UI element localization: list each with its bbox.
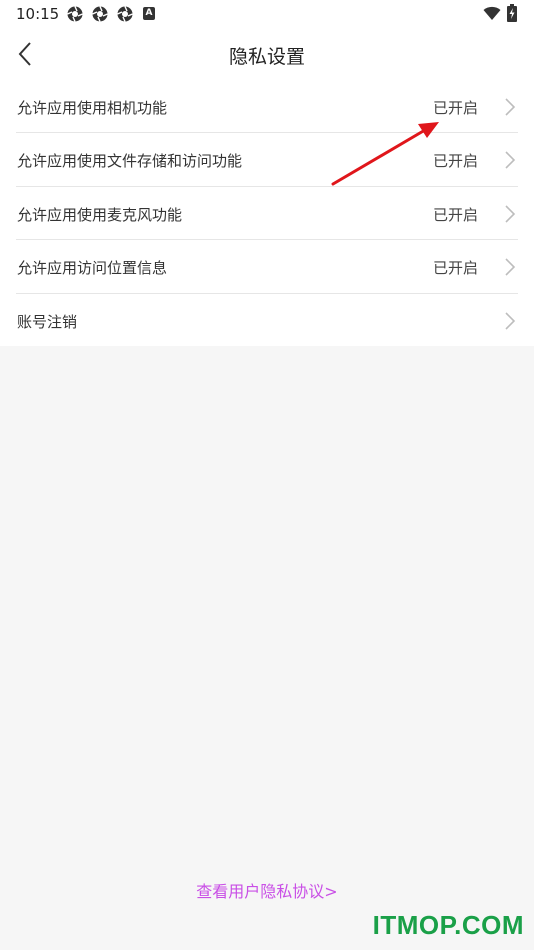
settings-list: 允许应用使用相机功能 已开启 允许应用使用文件存储和访问功能 已开启 允许应用使…: [0, 80, 534, 347]
app-bar: 隐私设置: [0, 28, 534, 80]
status-bar: 10:15 A: [0, 0, 534, 28]
setting-row-location[interactable]: 允许应用访问位置信息 已开启: [16, 240, 518, 294]
setting-status: 已开启: [432, 205, 478, 224]
chevron-right-icon: [505, 311, 516, 330]
setting-row-microphone[interactable]: 允许应用使用麦克风功能 已开启: [16, 187, 518, 241]
chevron-right-icon: [505, 205, 516, 223]
privacy-policy-link[interactable]: 查看用户隐私协议>: [0, 878, 534, 902]
setting-label: 账号注销: [17, 312, 78, 331]
screen: 10:15 A 隐私设置 允许应用使用相机功能 已开启 允许应用使用文件存储和访…: [0, 0, 534, 950]
chevron-right-icon: [505, 151, 516, 169]
setting-label: 允许应用使用文件存储和访问功能: [17, 152, 243, 171]
aperture-icon: [67, 6, 83, 22]
chevron-right-icon: [505, 98, 516, 116]
setting-label: 允许应用访问位置信息: [17, 259, 168, 278]
battery-charging-icon: [507, 4, 517, 22]
aperture-icon: [117, 6, 133, 22]
setting-row-account-deletion[interactable]: 账号注销: [16, 294, 518, 347]
wifi-icon: [483, 6, 501, 20]
setting-label: 允许应用使用麦克风功能: [17, 205, 183, 224]
status-time: 10:15: [16, 5, 60, 23]
chevron-right-icon: [505, 258, 516, 276]
page-title: 隐私设置: [228, 46, 305, 68]
aperture-icon: [92, 6, 108, 22]
app-a-icon: A: [143, 7, 155, 20]
setting-status: 已开启: [432, 259, 478, 278]
watermark-logo: ITMOP.COM: [372, 910, 524, 940]
setting-label: 允许应用使用相机功能: [17, 99, 168, 117]
annotation-arrow: [331, 122, 439, 186]
